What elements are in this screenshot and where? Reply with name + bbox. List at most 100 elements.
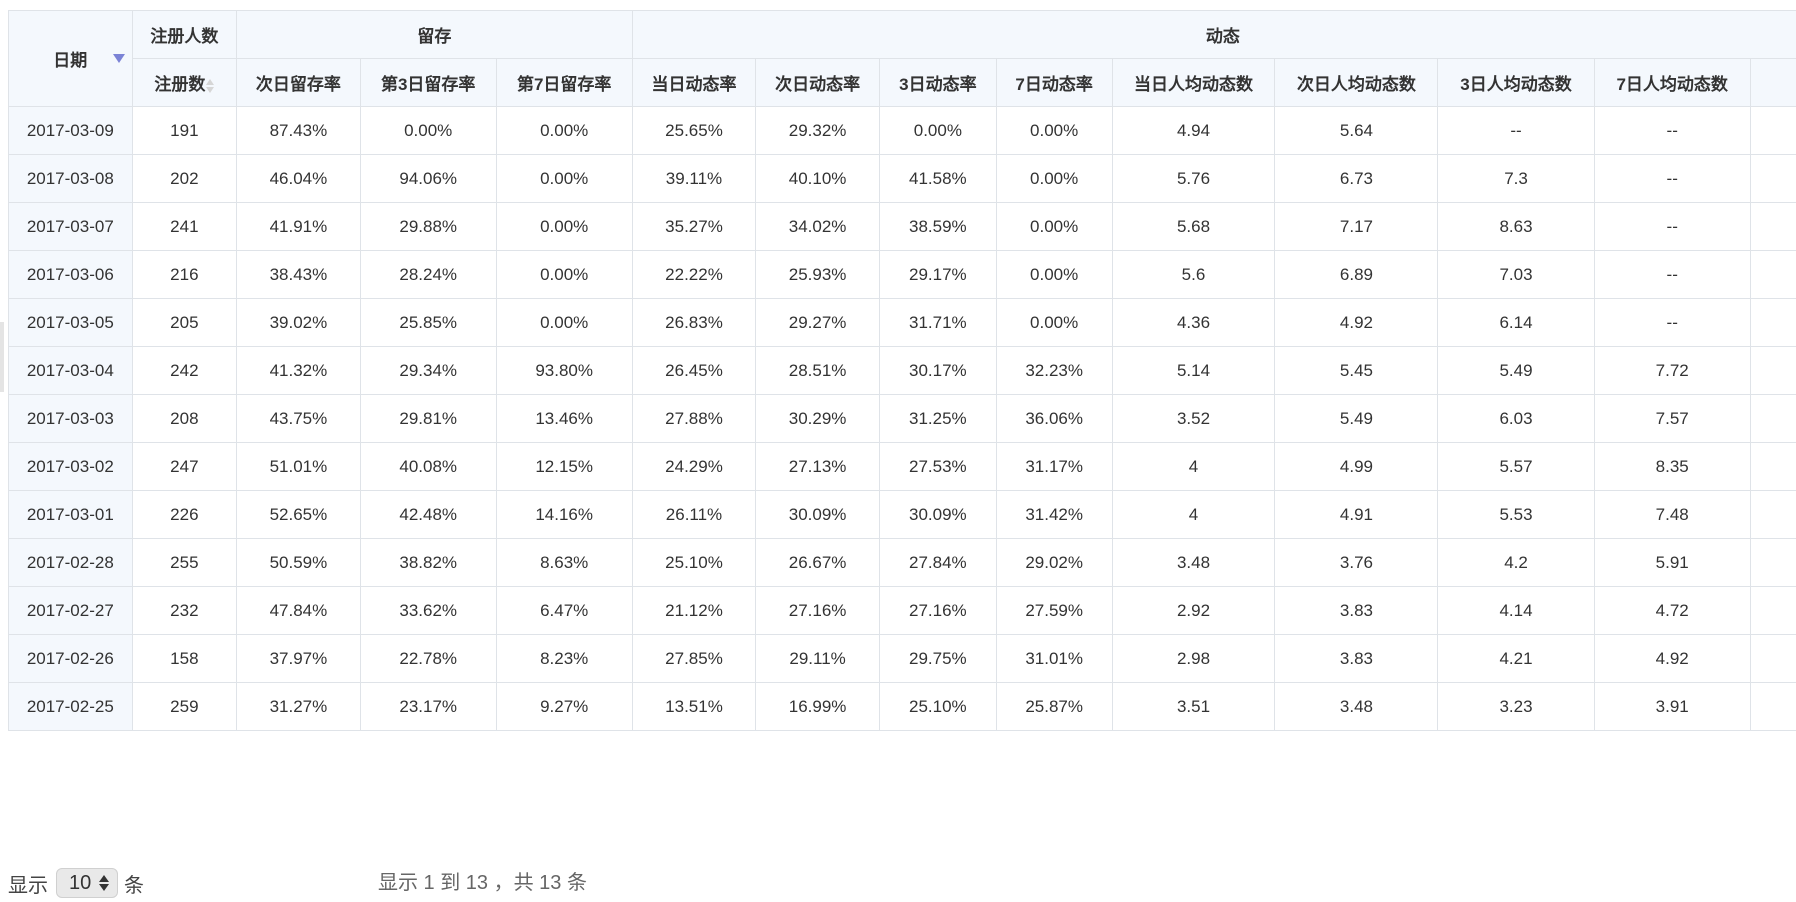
cell-avg-activity-day0: 5.14	[1111, 346, 1276, 395]
cell-activity-rate-day1: 26.67%	[755, 538, 880, 587]
cell-activity-rate-day1: 27.13%	[755, 442, 880, 491]
table-row[interactable]: 2017-03-08 202 46.04% 94.06% 0.00% 39.11% 40.1…	[8, 154, 1796, 203]
cell-avg-activity-day0: 3.48	[1111, 538, 1276, 587]
cell-avg-activity-day3: 4.21	[1437, 634, 1595, 683]
cell-date: 2017-03-07	[8, 202, 133, 251]
cell-date: 2017-03-03	[8, 394, 133, 443]
cell-avg-activity-day0: 3.51	[1111, 682, 1276, 731]
cell-date: 2017-02-26	[8, 634, 133, 683]
cell-activity-rate-day0: 27.88%	[631, 394, 757, 443]
column-header-avg-activity-day3[interactable]: 3日人均动态数	[1437, 58, 1595, 107]
cell-date: 2017-03-01	[8, 490, 133, 539]
cell-avg-activity-day3: 5.53	[1437, 490, 1595, 539]
table-row[interactable]: 2017-03-03 208 43.75% 29.81% 13.46% 27.88% 30.…	[8, 394, 1796, 443]
column-header-retention-day2[interactable]: 次日留存率	[236, 58, 361, 107]
cell-activity-rate-day0: 26.83%	[631, 298, 757, 347]
cell-retention-day2: 37.97%	[236, 634, 361, 683]
cell-overflow	[1749, 538, 1796, 587]
cell-retention-day2: 51.01%	[236, 442, 361, 491]
column-header-avg-activity-day0[interactable]: 当日人均动态数	[1111, 58, 1276, 107]
column-header-activity-rate-day0[interactable]: 当日动态率	[631, 58, 757, 107]
column-header-register-count[interactable]: 注册数	[131, 58, 238, 107]
cell-register-count: 247	[131, 442, 238, 491]
cell-avg-activity-day0: 2.98	[1111, 634, 1276, 683]
cell-avg-activity-day0: 5.68	[1111, 202, 1276, 251]
table-row[interactable]: 2017-03-06 216 38.43% 28.24% 0.00% 22.22% 25.9…	[8, 250, 1796, 299]
cell-retention-day2: 46.04%	[236, 154, 361, 203]
table-row[interactable]: 2017-02-26 158 37.97% 22.78% 8.23% 27.85% 29.1…	[8, 634, 1796, 683]
table-row[interactable]: 2017-03-07 241 41.91% 29.88% 0.00% 35.27% 34.0…	[8, 202, 1796, 251]
table-row[interactable]: 2017-03-02 247 51.01% 40.08% 12.15% 24.29% 27.…	[8, 442, 1796, 491]
cell-date: 2017-02-27	[8, 586, 133, 635]
cell-retention-day3: 29.88%	[359, 202, 497, 251]
table-row[interactable]: 2017-03-05 205 39.02% 25.85% 0.00% 26.83% 29.2…	[8, 298, 1796, 347]
sort-desc-icon[interactable]	[113, 54, 126, 63]
cell-register-count: 226	[131, 490, 238, 539]
column-header-date[interactable]: 日期	[8, 10, 133, 107]
cell-date: 2017-03-02	[8, 442, 133, 491]
cell-retention-day2: 50.59%	[236, 538, 361, 587]
cell-retention-day2: 38.43%	[236, 250, 361, 299]
cell-avg-activity-day7: 5.91	[1593, 538, 1751, 587]
column-header-avg-activity-day1[interactable]: 次日人均动态数	[1274, 58, 1439, 107]
cell-retention-day2: 47.84%	[236, 586, 361, 635]
table-row[interactable]: 2017-03-09 191 87.43% 0.00% 0.00% 25.65% 29.32…	[8, 106, 1796, 155]
page-size-select[interactable]: 10	[56, 868, 118, 898]
table-row[interactable]: 2017-02-25 259 31.27% 23.17% 9.27% 13.51% 16.9…	[8, 682, 1796, 731]
column-header-retention-day7[interactable]: 第7日留存率	[495, 58, 633, 107]
cell-activity-rate-day7: 0.00%	[995, 250, 1113, 299]
cell-avg-activity-day1: 3.83	[1274, 634, 1439, 683]
table-row[interactable]: 2017-03-01 226 52.65% 42.48% 14.16% 26.11% 30.…	[8, 490, 1796, 539]
column-header-activity-rate-day7[interactable]: 7日动态率	[995, 58, 1113, 107]
column-header-activity-rate-day3[interactable]: 3日动态率	[878, 58, 997, 107]
column-header-date-label: 日期	[53, 51, 88, 70]
cell-retention-day2: 52.65%	[236, 490, 361, 539]
cell-avg-activity-day0: 4	[1111, 442, 1276, 491]
sort-both-icon[interactable]	[206, 78, 215, 94]
cell-activity-rate-day7: 32.23%	[995, 346, 1113, 395]
cell-avg-activity-day1: 5.64	[1274, 106, 1439, 155]
cell-retention-day3: 23.17%	[359, 682, 497, 731]
cell-activity-rate-day1: 30.09%	[755, 490, 880, 539]
cell-activity-rate-day3: 27.84%	[878, 538, 997, 587]
cell-date: 2017-03-09	[8, 106, 133, 155]
column-header-avg-activity-day7[interactable]: 7日人均动态数	[1593, 58, 1751, 107]
column-header-activity-rate-day1[interactable]: 次日动态率	[755, 58, 880, 107]
cell-retention-day3: 22.78%	[359, 634, 497, 683]
cell-activity-rate-day1: 16.99%	[755, 682, 880, 731]
cell-avg-activity-day3: 5.57	[1437, 442, 1595, 491]
cell-avg-activity-day7: 7.48	[1593, 490, 1751, 539]
table-row[interactable]: 2017-03-04 242 41.32% 29.34% 93.80% 26.45% 28.…	[8, 346, 1796, 395]
cell-date: 2017-02-25	[8, 682, 133, 731]
cell-avg-activity-day3: 7.3	[1437, 154, 1595, 203]
cell-retention-day7: 0.00%	[495, 202, 633, 251]
cell-retention-day2: 87.43%	[236, 106, 361, 155]
cell-activity-rate-day7: 0.00%	[995, 202, 1113, 251]
table-row[interactable]: 2017-02-28 255 50.59% 38.82% 8.63% 25.10% 26.6…	[8, 538, 1796, 587]
cell-avg-activity-day7: --	[1593, 106, 1751, 155]
cell-register-count: 191	[131, 106, 238, 155]
cell-retention-day3: 42.48%	[359, 490, 497, 539]
cell-register-count: 208	[131, 394, 238, 443]
cell-avg-activity-day7: --	[1593, 298, 1751, 347]
cell-avg-activity-day7: --	[1593, 202, 1751, 251]
cell-retention-day2: 43.75%	[236, 394, 361, 443]
cell-date: 2017-02-28	[8, 538, 133, 587]
cell-overflow	[1749, 346, 1796, 395]
cell-avg-activity-day0: 2.92	[1111, 586, 1276, 635]
cell-retention-day3: 25.85%	[359, 298, 497, 347]
table-row[interactable]: 2017-02-27 232 47.84% 33.62% 6.47% 21.12% 27.1…	[8, 586, 1796, 635]
cell-retention-day3: 33.62%	[359, 586, 497, 635]
cell-activity-rate-day0: 22.22%	[631, 250, 757, 299]
column-header-retention-day3[interactable]: 第3日留存率	[359, 58, 497, 107]
cell-activity-rate-day0: 25.10%	[631, 538, 757, 587]
side-collapse-handle[interactable]	[0, 322, 4, 392]
cell-retention-day7: 6.47%	[495, 586, 633, 635]
cell-avg-activity-day1: 3.83	[1274, 586, 1439, 635]
page-size-suffix: 条	[124, 874, 144, 897]
cell-retention-day7: 13.46%	[495, 394, 633, 443]
cell-activity-rate-day3: 25.10%	[878, 682, 997, 731]
column-header-overflow	[1749, 58, 1796, 107]
cell-activity-rate-day1: 29.27%	[755, 298, 880, 347]
header-row-columns: 注册数 次日留存率 第3日留存率 第7日留存率 当日动态率 次日动态率 3日动态…	[9, 58, 1796, 107]
